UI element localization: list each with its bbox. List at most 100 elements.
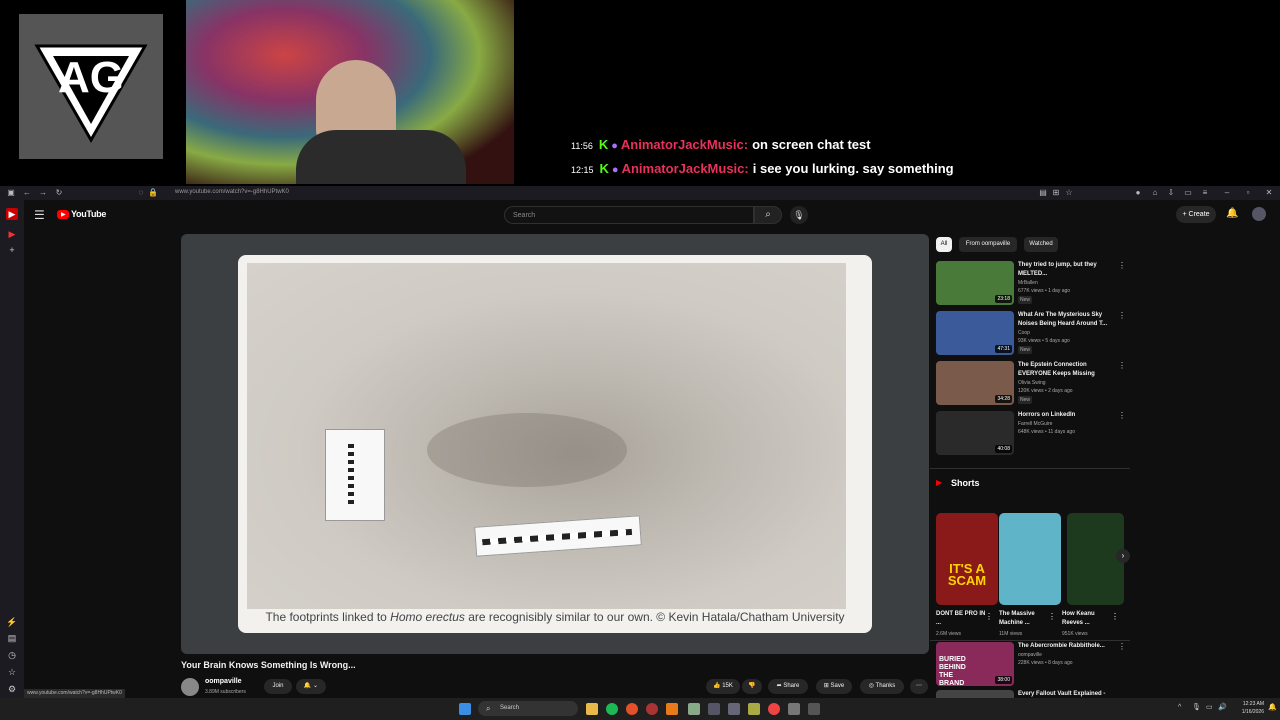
app-icon[interactable]: [728, 703, 740, 715]
youtube-tab-icon[interactable]: ▶: [6, 228, 18, 240]
like-button[interactable]: 👍 15K: [706, 679, 740, 694]
short-thumbnail[interactable]: [1067, 513, 1124, 605]
share-button[interactable]: ➦ Share: [768, 679, 808, 694]
taskbar-search[interactable]: ⌕ Search: [478, 701, 578, 716]
notifications-bell-icon[interactable]: 🔔: [1226, 208, 1238, 219]
youtube-logo-icon[interactable]: ▶: [57, 210, 69, 219]
more-vert-icon[interactable]: ⋮: [1111, 612, 1119, 621]
chip-watched[interactable]: Watched: [1024, 237, 1058, 252]
rec-title[interactable]: The Abercrombie Rabbithole...: [1018, 642, 1118, 651]
rec-title[interactable]: They tried to jump, but they MELTED...: [1018, 261, 1118, 279]
recommendation-item[interactable]: 34:28 The Epstein Connection EVERYONE Ke…: [936, 361, 1136, 407]
video-thumbnail[interactable]: 47:31: [936, 311, 1014, 355]
clock-icon[interactable]: ◷: [6, 649, 18, 661]
spotify-icon[interactable]: [606, 703, 618, 715]
more-vert-icon[interactable]: ⋮: [985, 612, 993, 621]
more-vert-icon[interactable]: ⋮: [1118, 311, 1126, 320]
avatar[interactable]: [1252, 207, 1266, 221]
bookmark-star-icon[interactable]: ☆: [1064, 188, 1074, 198]
url-bar[interactable]: www.youtube.com/watch?v=-g8HhUPtwK0: [175, 189, 289, 195]
short-thumbnail[interactable]: [999, 513, 1061, 605]
history-icon[interactable]: ▤: [6, 632, 18, 644]
channel-avatar[interactable]: [181, 678, 199, 696]
more-vert-icon[interactable]: ⋮: [1118, 261, 1126, 270]
rec-channel[interactable]: Olivia Swing: [1018, 380, 1046, 386]
back-icon[interactable]: ←: [22, 188, 32, 198]
recommendation-item[interactable]: 40:08 Horrors on LinkedIn Farrell McGuir…: [936, 411, 1136, 457]
search-input[interactable]: Search: [504, 206, 754, 224]
short-title[interactable]: The Massive Machine ...: [999, 610, 1051, 628]
translate-icon[interactable]: ⊞: [1051, 188, 1061, 198]
video-thumbnail[interactable]: 34:28: [936, 361, 1014, 405]
video-thumbnail[interactable]: 23:18: [936, 261, 1014, 305]
chevron-right-icon[interactable]: ›: [1116, 549, 1130, 563]
app-icon[interactable]: [788, 703, 800, 715]
video-player[interactable]: The footprints linked to Homo erectus ar…: [181, 234, 929, 654]
more-vert-icon[interactable]: ⋮: [1118, 361, 1126, 370]
sidebar-tool-icon[interactable]: ⚡: [6, 616, 18, 628]
save-button[interactable]: ⊞ Save: [816, 679, 852, 694]
chip-from-channel[interactable]: From oompaville: [959, 237, 1017, 252]
youtube-wordmark[interactable]: YouTube: [71, 209, 106, 219]
vlc-icon[interactable]: [666, 703, 678, 715]
rec-channel[interactable]: Farrell McGuire: [1018, 421, 1052, 427]
volume-icon[interactable]: 🔊: [1218, 703, 1227, 711]
recommendation-item[interactable]: BURIED BEHIND THE BRAND 38:00 The Abercr…: [936, 642, 1136, 688]
join-button[interactable]: Join: [264, 679, 292, 694]
short-title[interactable]: How Keanu Reeves ...: [1062, 610, 1114, 628]
maximize-icon[interactable]: ▫: [1243, 188, 1253, 198]
settings-gear-icon[interactable]: ⚙: [6, 683, 18, 695]
more-vert-icon[interactable]: ⋮: [1048, 612, 1056, 621]
extension-icon[interactable]: ●: [1133, 188, 1143, 198]
shield-icon[interactable]: ◌: [136, 188, 146, 198]
clock-time[interactable]: 12:23 AM: [1234, 701, 1264, 707]
chip-all[interactable]: All: [936, 237, 952, 252]
thanks-button[interactable]: ◎ Thanks: [860, 679, 904, 694]
windows-start-icon[interactable]: [459, 703, 471, 715]
menu-icon[interactable]: ≡: [1200, 188, 1210, 198]
dislike-button[interactable]: 👎: [742, 679, 762, 694]
clock-date[interactable]: 1/16/2026: [1232, 709, 1264, 715]
file-explorer-icon[interactable]: [586, 703, 598, 715]
video-thumbnail[interactable]: BURIED BEHIND THE BRAND 38:00: [936, 642, 1014, 686]
video-thumbnail[interactable]: [936, 690, 1014, 698]
more-vert-icon[interactable]: ⋮: [1118, 642, 1126, 651]
close-icon[interactable]: ✕: [1264, 188, 1274, 198]
reader-icon[interactable]: ▤: [1038, 188, 1048, 198]
rec-title[interactable]: Every Fallout Vault Explained -: [1018, 690, 1118, 698]
extension-icon[interactable]: ⌂: [1150, 188, 1160, 198]
notification-icon[interactable]: 🔔: [1268, 703, 1277, 711]
short-thumbnail[interactable]: IT'S A SCAM: [936, 513, 998, 605]
more-actions-button[interactable]: ⋯: [910, 679, 928, 694]
short-title[interactable]: DONT BE PRO IN ...: [936, 610, 988, 628]
app-icon[interactable]: [748, 703, 760, 715]
recommendation-item[interactable]: Every Fallout Vault Explained -: [936, 690, 1136, 698]
bookmarks-icon[interactable]: ☆: [6, 666, 18, 678]
more-vert-icon[interactable]: ⋮: [1118, 411, 1126, 420]
firefox-icon[interactable]: [646, 703, 658, 715]
subscribed-bell-button[interactable]: 🔔 ⌄: [296, 679, 326, 694]
rec-title[interactable]: The Epstein Connection EVERYONE Keeps Mi…: [1018, 361, 1118, 379]
recommendation-item[interactable]: 23:18 They tried to jump, but they MELTE…: [936, 261, 1136, 307]
rec-channel[interactable]: oompaville: [1018, 652, 1042, 658]
rec-title[interactable]: Horrors on LinkedIn: [1018, 411, 1118, 420]
youtube-tab-icon[interactable]: ▶: [6, 208, 18, 220]
reload-icon[interactable]: ↻: [54, 188, 64, 198]
browser-icon[interactable]: [626, 703, 638, 715]
recommendation-item[interactable]: 47:31 What Are The Mysterious Sky Noises…: [936, 311, 1136, 357]
voice-search-button[interactable]: 🎙: [790, 206, 808, 224]
hamburger-menu-icon[interactable]: ☰: [34, 208, 45, 222]
app-icon[interactable]: [708, 703, 720, 715]
channel-name[interactable]: oompaville: [205, 678, 242, 685]
rec-channel[interactable]: MrBallen: [1018, 280, 1038, 286]
rec-title[interactable]: What Are The Mysterious Sky Noises Being…: [1018, 311, 1118, 329]
create-button[interactable]: + Create: [1176, 206, 1216, 223]
video-thumbnail[interactable]: 40:08: [936, 411, 1014, 455]
account-icon[interactable]: ▭: [1183, 188, 1193, 198]
network-icon[interactable]: ▭: [1206, 703, 1213, 711]
downloads-icon[interactable]: ⇩: [1166, 188, 1176, 198]
minimize-icon[interactable]: –: [1222, 188, 1232, 198]
sidebar-toggle-icon[interactable]: ▣: [6, 188, 16, 198]
forward-icon[interactable]: →: [38, 188, 48, 198]
search-button[interactable]: ⌕: [754, 206, 782, 224]
